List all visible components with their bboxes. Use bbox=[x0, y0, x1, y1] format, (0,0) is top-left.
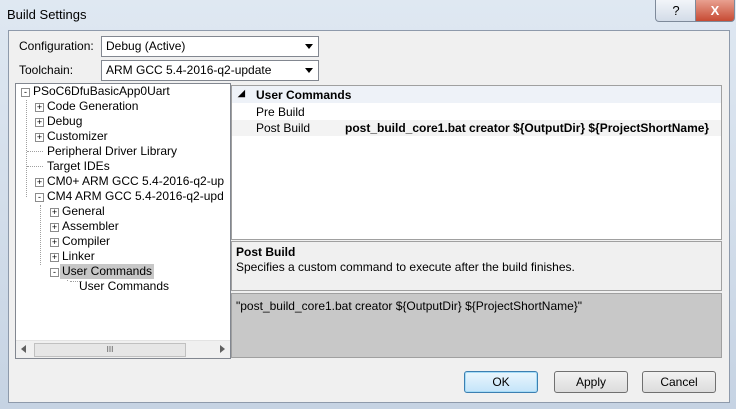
property-row-post-build[interactable]: Post Build post_build_core1.bat creator … bbox=[232, 120, 721, 136]
tree-item-compiler[interactable]: Compiler bbox=[62, 234, 110, 249]
chevron-down-icon bbox=[305, 44, 313, 49]
scroll-left-icon[interactable] bbox=[21, 345, 26, 353]
close-icon: X bbox=[710, 3, 720, 18]
expand-icon[interactable]: + bbox=[50, 238, 59, 247]
collapse-icon[interactable]: - bbox=[21, 88, 30, 97]
close-button[interactable]: X bbox=[695, 0, 735, 22]
tree-item-debug[interactable]: Debug bbox=[47, 114, 82, 129]
scroll-right-icon[interactable] bbox=[220, 345, 225, 353]
property-category-label: User Commands bbox=[256, 88, 352, 102]
configuration-label: Configuration: bbox=[19, 39, 94, 53]
expand-icon[interactable]: + bbox=[35, 178, 44, 187]
tree-connector bbox=[27, 166, 43, 167]
command-preview-text: "post_build_core1.bat creator ${OutputDi… bbox=[236, 299, 583, 313]
property-key: Pre Build bbox=[256, 105, 305, 119]
tree-item-project[interactable]: PSoC6DfuBasicApp0Uart bbox=[33, 84, 170, 99]
tree-item-user-commands-selected[interactable]: User Commands bbox=[60, 264, 155, 279]
build-settings-window: Build Settings ? X Configuration: Debug … bbox=[0, 0, 736, 409]
scrollbar-thumb[interactable]: III bbox=[34, 343, 186, 357]
ok-button[interactable]: OK bbox=[464, 371, 538, 393]
tree-connector bbox=[27, 151, 43, 152]
tree-item-peripheral-driver-library[interactable]: Peripheral Driver Library bbox=[47, 144, 177, 159]
tree-item-customizer[interactable]: Customizer bbox=[47, 129, 108, 144]
tree-item-assembler[interactable]: Assembler bbox=[62, 219, 119, 234]
toolchain-label: Toolchain: bbox=[19, 63, 74, 77]
title-bar: Build Settings ? X bbox=[0, 0, 736, 30]
expand-icon[interactable]: + bbox=[35, 103, 44, 112]
tree-item-general[interactable]: General bbox=[62, 204, 105, 219]
property-key: Post Build bbox=[256, 121, 311, 135]
tree-connector bbox=[26, 100, 27, 197]
settings-tree[interactable]: - PSoC6DfuBasicApp0Uart + Code Generatio… bbox=[15, 83, 231, 359]
toolchain-dropdown[interactable]: ARM GCC 5.4-2016-q2-update bbox=[101, 60, 319, 81]
collapse-icon[interactable]: - bbox=[35, 193, 44, 202]
tree-item-code-generation[interactable]: Code Generation bbox=[47, 99, 138, 114]
collapse-icon[interactable]: - bbox=[50, 268, 59, 277]
property-value[interactable]: post_build_core1.bat creator ${OutputDir… bbox=[345, 121, 709, 135]
description-panel: Post Build Specifies a custom command to… bbox=[231, 241, 722, 291]
configuration-value: Debug (Active) bbox=[106, 39, 186, 53]
tree-horizontal-scrollbar[interactable]: III bbox=[16, 340, 230, 358]
command-preview-box: "post_build_core1.bat creator ${OutputDi… bbox=[231, 293, 722, 358]
expand-icon[interactable]: + bbox=[35, 118, 44, 127]
description-text: Specifies a custom command to execute af… bbox=[236, 260, 575, 274]
property-category-user-commands[interactable]: ◢ User Commands bbox=[232, 86, 721, 103]
expand-icon[interactable]: + bbox=[50, 223, 59, 232]
window-title: Build Settings bbox=[7, 7, 87, 22]
help-icon: ? bbox=[672, 3, 680, 18]
tree-item-user-commands-child[interactable]: User Commands bbox=[79, 279, 169, 294]
chevron-down-icon bbox=[305, 68, 313, 73]
tree-item-linker[interactable]: Linker bbox=[62, 249, 95, 264]
tree-item-target-ides[interactable]: Target IDEs bbox=[47, 159, 110, 174]
expand-icon[interactable]: + bbox=[50, 208, 59, 217]
dialog-body: Configuration: Debug (Active) Toolchain:… bbox=[8, 30, 730, 403]
apply-button[interactable]: Apply bbox=[554, 371, 628, 393]
tree-item-cm0-toolchain[interactable]: CM0+ ARM GCC 5.4-2016-q2-up bbox=[47, 174, 224, 189]
tree-connector bbox=[40, 205, 41, 265]
toolchain-value: ARM GCC 5.4-2016-q2-update bbox=[106, 63, 272, 77]
property-grid: ◢ User Commands Pre Build Post Build pos… bbox=[231, 85, 722, 240]
expand-icon[interactable]: + bbox=[35, 133, 44, 142]
expand-icon[interactable]: + bbox=[50, 253, 59, 262]
collapse-triangle-icon[interactable]: ◢ bbox=[238, 88, 245, 99]
cancel-button[interactable]: Cancel bbox=[642, 371, 716, 393]
description-title: Post Build bbox=[236, 245, 296, 259]
configuration-dropdown[interactable]: Debug (Active) bbox=[101, 36, 319, 57]
property-row-pre-build[interactable]: Pre Build bbox=[232, 104, 721, 120]
help-button[interactable]: ? bbox=[655, 0, 697, 22]
tree-item-cm4-toolchain[interactable]: CM4 ARM GCC 5.4-2016-q2-upd bbox=[47, 189, 224, 204]
